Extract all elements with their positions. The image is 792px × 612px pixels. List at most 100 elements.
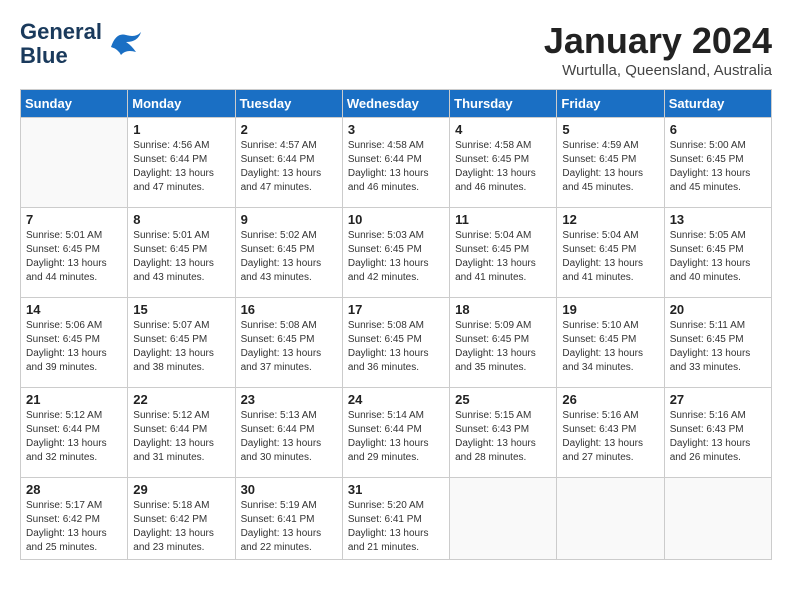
calendar-cell: 19 Sunrise: 5:10 AMSunset: 6:45 PMDaylig…: [557, 298, 664, 388]
day-number: 4: [455, 122, 551, 137]
calendar-cell: 29 Sunrise: 5:18 AMSunset: 6:42 PMDaylig…: [128, 478, 235, 560]
calendar-cell: 5 Sunrise: 4:59 AMSunset: 6:45 PMDayligh…: [557, 118, 664, 208]
calendar-cell: 23 Sunrise: 5:13 AMSunset: 6:44 PMDaylig…: [235, 388, 342, 478]
cell-sun-info: Sunrise: 5:07 AMSunset: 6:45 PMDaylight:…: [133, 320, 214, 373]
cell-sun-info: Sunrise: 5:17 AMSunset: 6:42 PMDaylight:…: [26, 500, 107, 553]
logo-bird-icon: [106, 27, 146, 62]
calendar-cell: 14 Sunrise: 5:06 AMSunset: 6:45 PMDaylig…: [21, 298, 128, 388]
calendar-cell: 26 Sunrise: 5:16 AMSunset: 6:43 PMDaylig…: [557, 388, 664, 478]
calendar-cell: 28 Sunrise: 5:17 AMSunset: 6:42 PMDaylig…: [21, 478, 128, 560]
day-number: 3: [348, 122, 444, 137]
calendar-cell: [450, 478, 557, 560]
cell-sun-info: Sunrise: 5:06 AMSunset: 6:45 PMDaylight:…: [26, 320, 107, 373]
calendar-cell: 9 Sunrise: 5:02 AMSunset: 6:45 PMDayligh…: [235, 208, 342, 298]
cell-sun-info: Sunrise: 5:12 AMSunset: 6:44 PMDaylight:…: [133, 410, 214, 463]
weekday-header: Thursday: [450, 90, 557, 118]
cell-sun-info: Sunrise: 5:03 AMSunset: 6:45 PMDaylight:…: [348, 230, 429, 283]
weekday-header: Saturday: [664, 90, 771, 118]
calendar-cell: 2 Sunrise: 4:57 AMSunset: 6:44 PMDayligh…: [235, 118, 342, 208]
day-number: 15: [133, 302, 229, 317]
calendar-cell: 30 Sunrise: 5:19 AMSunset: 6:41 PMDaylig…: [235, 478, 342, 560]
calendar-cell: 21 Sunrise: 5:12 AMSunset: 6:44 PMDaylig…: [21, 388, 128, 478]
weekday-header: Wednesday: [342, 90, 449, 118]
cell-sun-info: Sunrise: 5:02 AMSunset: 6:45 PMDaylight:…: [241, 230, 322, 283]
day-number: 27: [670, 392, 766, 407]
calendar-cell: [557, 478, 664, 560]
cell-sun-info: Sunrise: 5:09 AMSunset: 6:45 PMDaylight:…: [455, 320, 536, 373]
weekday-header: Monday: [128, 90, 235, 118]
cell-sun-info: Sunrise: 5:18 AMSunset: 6:42 PMDaylight:…: [133, 500, 214, 553]
day-number: 10: [348, 212, 444, 227]
cell-sun-info: Sunrise: 4:56 AMSunset: 6:44 PMDaylight:…: [133, 140, 214, 193]
calendar-cell: 27 Sunrise: 5:16 AMSunset: 6:43 PMDaylig…: [664, 388, 771, 478]
calendar-cell: 1 Sunrise: 4:56 AMSunset: 6:44 PMDayligh…: [128, 118, 235, 208]
month-year-title: January 2024: [544, 20, 772, 62]
calendar-week-row: 1 Sunrise: 4:56 AMSunset: 6:44 PMDayligh…: [21, 118, 772, 208]
day-number: 7: [26, 212, 122, 227]
calendar-cell: 25 Sunrise: 5:15 AMSunset: 6:43 PMDaylig…: [450, 388, 557, 478]
cell-sun-info: Sunrise: 5:01 AMSunset: 6:45 PMDaylight:…: [26, 230, 107, 283]
day-number: 26: [562, 392, 658, 407]
calendar-cell: 16 Sunrise: 5:08 AMSunset: 6:45 PMDaylig…: [235, 298, 342, 388]
day-number: 5: [562, 122, 658, 137]
day-number: 30: [241, 482, 337, 497]
cell-sun-info: Sunrise: 5:16 AMSunset: 6:43 PMDaylight:…: [562, 410, 643, 463]
calendar-cell: 13 Sunrise: 5:05 AMSunset: 6:45 PMDaylig…: [664, 208, 771, 298]
day-number: 6: [670, 122, 766, 137]
day-number: 28: [26, 482, 122, 497]
calendar-cell: 12 Sunrise: 5:04 AMSunset: 6:45 PMDaylig…: [557, 208, 664, 298]
calendar-cell: 18 Sunrise: 5:09 AMSunset: 6:45 PMDaylig…: [450, 298, 557, 388]
day-number: 1: [133, 122, 229, 137]
cell-sun-info: Sunrise: 5:10 AMSunset: 6:45 PMDaylight:…: [562, 320, 643, 373]
day-number: 13: [670, 212, 766, 227]
calendar-cell: 24 Sunrise: 5:14 AMSunset: 6:44 PMDaylig…: [342, 388, 449, 478]
cell-sun-info: Sunrise: 5:04 AMSunset: 6:45 PMDaylight:…: [562, 230, 643, 283]
cell-sun-info: Sunrise: 5:08 AMSunset: 6:45 PMDaylight:…: [241, 320, 322, 373]
calendar-cell: 4 Sunrise: 4:58 AMSunset: 6:45 PMDayligh…: [450, 118, 557, 208]
cell-sun-info: Sunrise: 5:14 AMSunset: 6:44 PMDaylight:…: [348, 410, 429, 463]
location-subtitle: Wurtulla, Queensland, Australia: [544, 62, 772, 79]
calendar-week-row: 14 Sunrise: 5:06 AMSunset: 6:45 PMDaylig…: [21, 298, 772, 388]
cell-sun-info: Sunrise: 5:11 AMSunset: 6:45 PMDaylight:…: [670, 320, 751, 373]
day-number: 20: [670, 302, 766, 317]
calendar-week-row: 28 Sunrise: 5:17 AMSunset: 6:42 PMDaylig…: [21, 478, 772, 560]
cell-sun-info: Sunrise: 5:19 AMSunset: 6:41 PMDaylight:…: [241, 500, 322, 553]
weekday-header: Friday: [557, 90, 664, 118]
cell-sun-info: Sunrise: 5:00 AMSunset: 6:45 PMDaylight:…: [670, 140, 751, 193]
cell-sun-info: Sunrise: 4:57 AMSunset: 6:44 PMDaylight:…: [241, 140, 322, 193]
day-number: 18: [455, 302, 551, 317]
cell-sun-info: Sunrise: 5:08 AMSunset: 6:45 PMDaylight:…: [348, 320, 429, 373]
day-number: 29: [133, 482, 229, 497]
calendar-cell: [664, 478, 771, 560]
calendar-cell: 15 Sunrise: 5:07 AMSunset: 6:45 PMDaylig…: [128, 298, 235, 388]
day-number: 14: [26, 302, 122, 317]
day-number: 17: [348, 302, 444, 317]
cell-sun-info: Sunrise: 5:05 AMSunset: 6:45 PMDaylight:…: [670, 230, 751, 283]
day-number: 16: [241, 302, 337, 317]
page-header: GeneralBlue January 2024 Wurtulla, Queen…: [20, 20, 772, 79]
cell-sun-info: Sunrise: 4:58 AMSunset: 6:45 PMDaylight:…: [455, 140, 536, 193]
day-number: 21: [26, 392, 122, 407]
cell-sun-info: Sunrise: 5:01 AMSunset: 6:45 PMDaylight:…: [133, 230, 214, 283]
calendar-cell: 17 Sunrise: 5:08 AMSunset: 6:45 PMDaylig…: [342, 298, 449, 388]
cell-sun-info: Sunrise: 5:04 AMSunset: 6:45 PMDaylight:…: [455, 230, 536, 283]
calendar-cell: 20 Sunrise: 5:11 AMSunset: 6:45 PMDaylig…: [664, 298, 771, 388]
cell-sun-info: Sunrise: 5:15 AMSunset: 6:43 PMDaylight:…: [455, 410, 536, 463]
day-number: 8: [133, 212, 229, 227]
day-number: 9: [241, 212, 337, 227]
cell-sun-info: Sunrise: 4:58 AMSunset: 6:44 PMDaylight:…: [348, 140, 429, 193]
calendar-cell: 8 Sunrise: 5:01 AMSunset: 6:45 PMDayligh…: [128, 208, 235, 298]
day-number: 11: [455, 212, 551, 227]
day-number: 22: [133, 392, 229, 407]
cell-sun-info: Sunrise: 5:20 AMSunset: 6:41 PMDaylight:…: [348, 500, 429, 553]
calendar-table: SundayMondayTuesdayWednesdayThursdayFrid…: [20, 89, 772, 560]
day-number: 12: [562, 212, 658, 227]
cell-sun-info: Sunrise: 5:13 AMSunset: 6:44 PMDaylight:…: [241, 410, 322, 463]
logo: GeneralBlue: [20, 20, 146, 68]
calendar-cell: 31 Sunrise: 5:20 AMSunset: 6:41 PMDaylig…: [342, 478, 449, 560]
cell-sun-info: Sunrise: 5:12 AMSunset: 6:44 PMDaylight:…: [26, 410, 107, 463]
calendar-cell: 10 Sunrise: 5:03 AMSunset: 6:45 PMDaylig…: [342, 208, 449, 298]
day-number: 31: [348, 482, 444, 497]
day-number: 23: [241, 392, 337, 407]
calendar-cell: 11 Sunrise: 5:04 AMSunset: 6:45 PMDaylig…: [450, 208, 557, 298]
